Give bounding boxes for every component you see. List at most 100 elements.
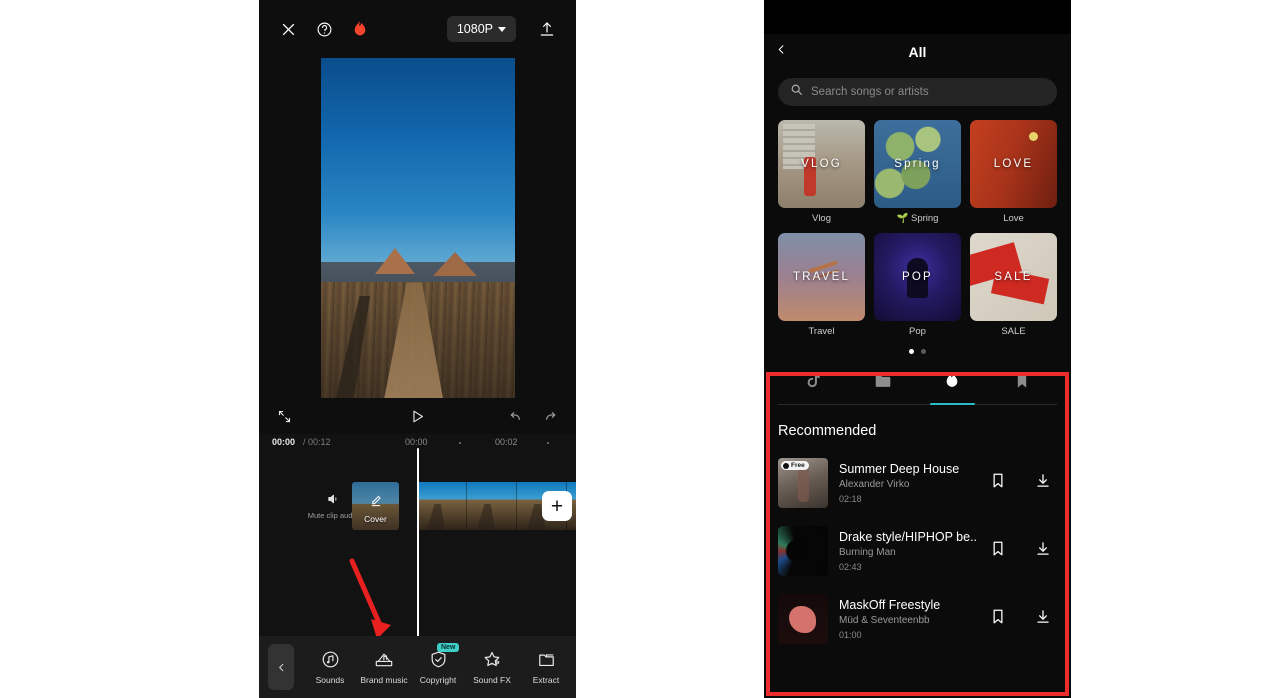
song-meta: MaskOff Freestyle Müd & Seventeenbb 01:0… [839, 598, 980, 640]
search-icon [790, 83, 803, 101]
redo-icon[interactable] [542, 408, 558, 424]
download-icon[interactable] [1035, 472, 1051, 494]
tab-recommended[interactable] [918, 362, 988, 405]
flame-icon[interactable] [345, 14, 375, 44]
download-icon[interactable] [1035, 608, 1051, 630]
category-card-pop[interactable]: POP Pop [874, 233, 961, 337]
category-card-love[interactable]: LOVE Love [970, 120, 1057, 224]
pager-dot-1[interactable] [909, 349, 914, 354]
butte-right [433, 251, 478, 276]
song-artist: Burning Man [839, 547, 896, 558]
song-actions [991, 608, 1057, 630]
music-library-panel: All VLOG Vlog Spring 🌱 Spring LOVE L [764, 0, 1071, 698]
search-input[interactable] [811, 86, 1045, 98]
category-card-travel[interactable]: TRAVEL Travel [778, 233, 865, 337]
category-overlay-text: VLOG [801, 158, 842, 170]
back-button[interactable] [776, 42, 787, 63]
category-label: Pop [909, 326, 926, 337]
video-preview[interactable] [320, 58, 515, 398]
upload-icon[interactable] [532, 14, 562, 44]
tool-label: Copyright [419, 675, 457, 685]
brand-music-icon [374, 649, 394, 670]
help-icon[interactable] [309, 14, 339, 44]
tool-copyright[interactable]: New Copyright [411, 643, 465, 685]
clip-frame [417, 482, 467, 530]
song-title: Summer Deep House [839, 462, 960, 476]
add-clip-button[interactable]: + [542, 491, 572, 521]
category-artwork: SALE [970, 233, 1057, 321]
free-badge-dot [783, 462, 789, 469]
transport-bar [259, 398, 576, 434]
sky-layer [320, 58, 515, 283]
fullscreen-icon[interactable] [277, 409, 292, 424]
song-row[interactable]: MaskOff Freestyle Müd & Seventeenbb 01:0… [764, 585, 1071, 653]
tab-tiktok[interactable] [778, 362, 848, 404]
playhead[interactable] [417, 448, 419, 644]
song-title: MaskOff Freestyle [839, 598, 941, 612]
tab-folder[interactable] [848, 362, 918, 404]
song-title: Drake style/HIPHOP be.. [839, 530, 978, 544]
mute-clip-audio-label: Mute clip audio [307, 511, 359, 520]
collapse-toolbar-button[interactable] [259, 636, 303, 698]
song-row[interactable]: Drake style/HIPHOP be.. Burning Man 02:4… [764, 517, 1071, 585]
play-icon[interactable] [409, 408, 426, 425]
video-preview-stage [259, 58, 576, 398]
category-card-sale[interactable]: SALE SALE [970, 233, 1057, 337]
category-card-vlog[interactable]: VLOG Vlog [778, 120, 865, 224]
song-meta: Summer Deep House Alexander Virko 02:18 [839, 462, 980, 504]
song-meta: Drake style/HIPHOP be.. Burning Man 02:4… [839, 530, 980, 572]
resolution-label: 1080P [456, 22, 493, 36]
category-overlay-text: POP [902, 271, 933, 283]
ruler-tick-1 [459, 442, 461, 444]
tiktok-note-icon [805, 372, 821, 395]
tool-label: Brand music [360, 675, 408, 685]
undo-icon[interactable] [508, 408, 524, 424]
category-overlay-text: Spring [894, 158, 941, 170]
tool-list: Sounds Brand music New Copyright Sound F… [303, 643, 576, 685]
tool-sounds[interactable]: Sounds [303, 649, 357, 685]
category-artwork: VLOG [778, 120, 865, 208]
music-source-tabs [778, 362, 1057, 405]
search-container [764, 70, 1071, 106]
song-actions [991, 472, 1057, 494]
music-header: All [764, 34, 1071, 70]
cover-button[interactable]: Cover [352, 482, 399, 530]
song-thumbnail [778, 526, 828, 576]
download-icon[interactable] [1035, 540, 1051, 562]
bookmark-icon[interactable] [991, 608, 1005, 630]
folder-icon [874, 373, 892, 394]
timeline[interactable]: 00:00 / 00:12 00:00 00:02 Mute clip audi… [259, 434, 576, 644]
search-box[interactable] [778, 78, 1057, 106]
bookmark-icon[interactable] [991, 472, 1005, 494]
tool-sound-fx[interactable]: Sound FX [465, 649, 519, 685]
category-grid: VLOG Vlog Spring 🌱 Spring LOVE Love TRAV… [764, 106, 1071, 337]
category-artwork: Spring [874, 120, 961, 208]
close-icon[interactable] [273, 14, 303, 44]
current-time: 00:00 [272, 437, 296, 447]
song-duration: 02:43 [839, 562, 862, 572]
flame-icon [944, 371, 960, 395]
song-duration: 02:18 [839, 494, 862, 504]
chevron-down-icon [498, 26, 506, 32]
category-artwork: POP [874, 233, 961, 321]
page-title: All [908, 44, 927, 60]
pager-dot-2[interactable] [921, 349, 926, 354]
category-card-spring[interactable]: Spring 🌱 Spring [874, 120, 961, 224]
butte-left [374, 248, 415, 275]
music-status-bar [764, 0, 1071, 34]
category-label: SALE [1001, 326, 1026, 337]
tab-favorites[interactable] [987, 362, 1057, 404]
resolution-selector[interactable]: 1080P [446, 16, 516, 42]
song-row[interactable]: Free Summer Deep House Alexander Virko 0… [764, 449, 1071, 517]
transport-left [277, 409, 327, 424]
tool-brand-music[interactable]: Brand music [357, 649, 411, 685]
video-editor-panel: 1080P 00:00 / 00:12 00:00 00:02 Mute cli… [259, 0, 576, 698]
song-thumbnail [778, 594, 828, 644]
editor-bottom-toolbar: Sounds Brand music New Copyright Sound F… [259, 636, 576, 698]
bookmark-icon[interactable] [991, 540, 1005, 562]
category-label: Vlog [811, 213, 831, 224]
star-fx-icon [482, 649, 502, 670]
category-overlay-text: LOVE [993, 158, 1034, 170]
new-badge: New [437, 643, 460, 652]
tool-extract[interactable]: Extract [519, 649, 573, 685]
